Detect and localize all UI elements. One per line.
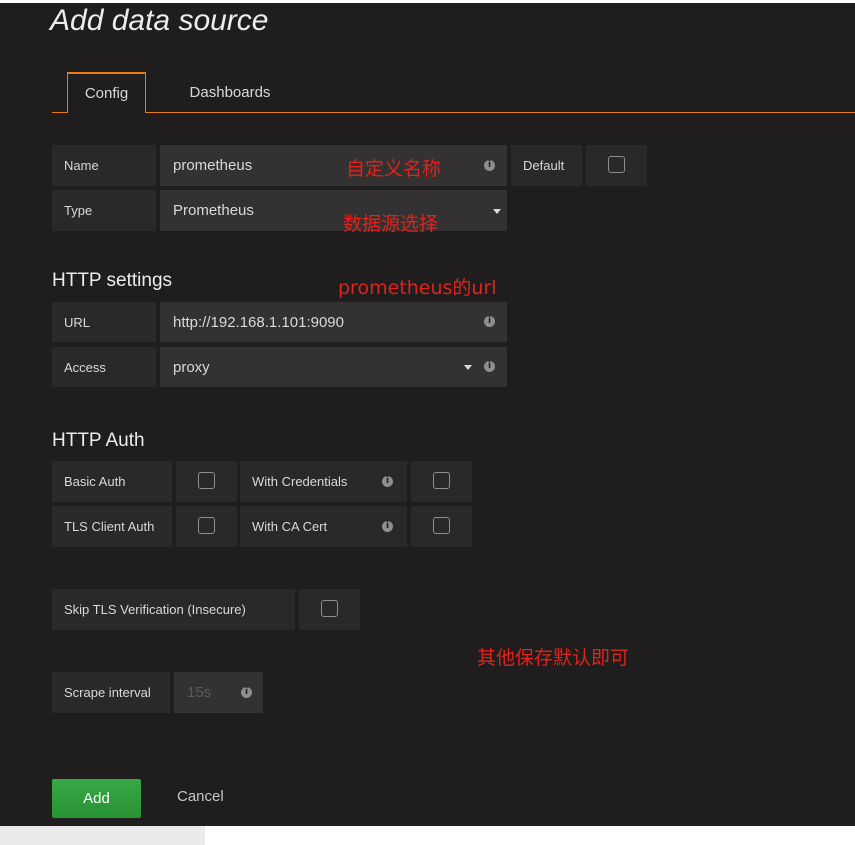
with-ca-cert-label: With CA Cert i [240, 506, 407, 547]
add-button[interactable]: Add [52, 779, 141, 818]
scrape-interval-input[interactable]: 15s i [174, 672, 263, 713]
access-label: Access [52, 347, 156, 387]
info-icon[interactable]: i [241, 687, 252, 698]
other-annotation: 其他保存默认即可 [477, 647, 630, 669]
info-icon[interactable]: i [382, 476, 393, 487]
info-icon[interactable]: i [484, 361, 495, 372]
tab-config[interactable]: Config [67, 72, 146, 113]
type-select-value: Prometheus [173, 202, 254, 219]
default-label: Default [511, 145, 582, 186]
basic-auth-label: Basic Auth [52, 461, 172, 502]
with-credentials-checkbox[interactable] [433, 472, 450, 489]
with-credentials-label: With Credentials i [240, 461, 407, 502]
access-select-value: proxy [173, 358, 210, 376]
basic-auth-cell [176, 461, 237, 502]
tls-client-auth-checkbox[interactable] [198, 517, 215, 534]
info-icon[interactable]: i [382, 521, 393, 532]
name-input[interactable]: prometheus i [160, 145, 507, 186]
type-annotation: 数据源选择 [343, 213, 439, 235]
scrape-interval-label: Scrape interval [52, 672, 170, 713]
datasource-page: Add data source Config Dashboards Name p… [0, 0, 855, 826]
tls-client-auth-label: TLS Client Auth [52, 506, 172, 547]
http-settings-heading: HTTP settings [52, 270, 173, 291]
with-credentials-cell [411, 461, 472, 502]
url-input-value: http://192.168.1.101:9090 [173, 313, 344, 331]
tab-dashboards[interactable]: Dashboards [170, 72, 290, 113]
chevron-down-icon [464, 365, 472, 370]
with-credentials-text: With Credentials [252, 474, 348, 489]
skip-tls-checkbox[interactable] [321, 600, 338, 617]
skip-tls-label: Skip TLS Verification (Insecure) [52, 589, 295, 630]
url-input[interactable]: http://192.168.1.101:9090 i [160, 302, 507, 342]
name-input-value: prometheus [173, 157, 253, 174]
url-annotation: prometheus的url [338, 277, 497, 299]
info-icon[interactable]: i [484, 316, 495, 327]
chevron-down-icon [493, 209, 501, 214]
with-ca-cert-cell [411, 506, 472, 547]
page-title: Add data source [50, 4, 269, 37]
type-label: Type [52, 190, 156, 231]
http-auth-heading: HTTP Auth [52, 430, 145, 451]
url-label: URL [52, 302, 156, 342]
type-select[interactable]: Prometheus [160, 190, 507, 231]
default-checkbox-cell [586, 145, 647, 186]
scrape-interval-placeholder: 15s [187, 684, 212, 701]
skip-tls-cell [299, 589, 360, 630]
with-ca-cert-checkbox[interactable] [433, 517, 450, 534]
default-checkbox[interactable] [608, 156, 625, 173]
basic-auth-checkbox[interactable] [198, 472, 215, 489]
access-select[interactable]: proxy i [160, 347, 507, 387]
name-label: Name [52, 145, 156, 186]
tls-client-auth-cell [176, 506, 237, 547]
name-annotation: 自定义名称 [346, 158, 442, 180]
bottom-strip [0, 826, 205, 845]
with-ca-cert-text: With CA Cert [252, 519, 328, 534]
cancel-button[interactable]: Cancel [177, 788, 224, 805]
info-icon[interactable]: i [484, 160, 495, 171]
